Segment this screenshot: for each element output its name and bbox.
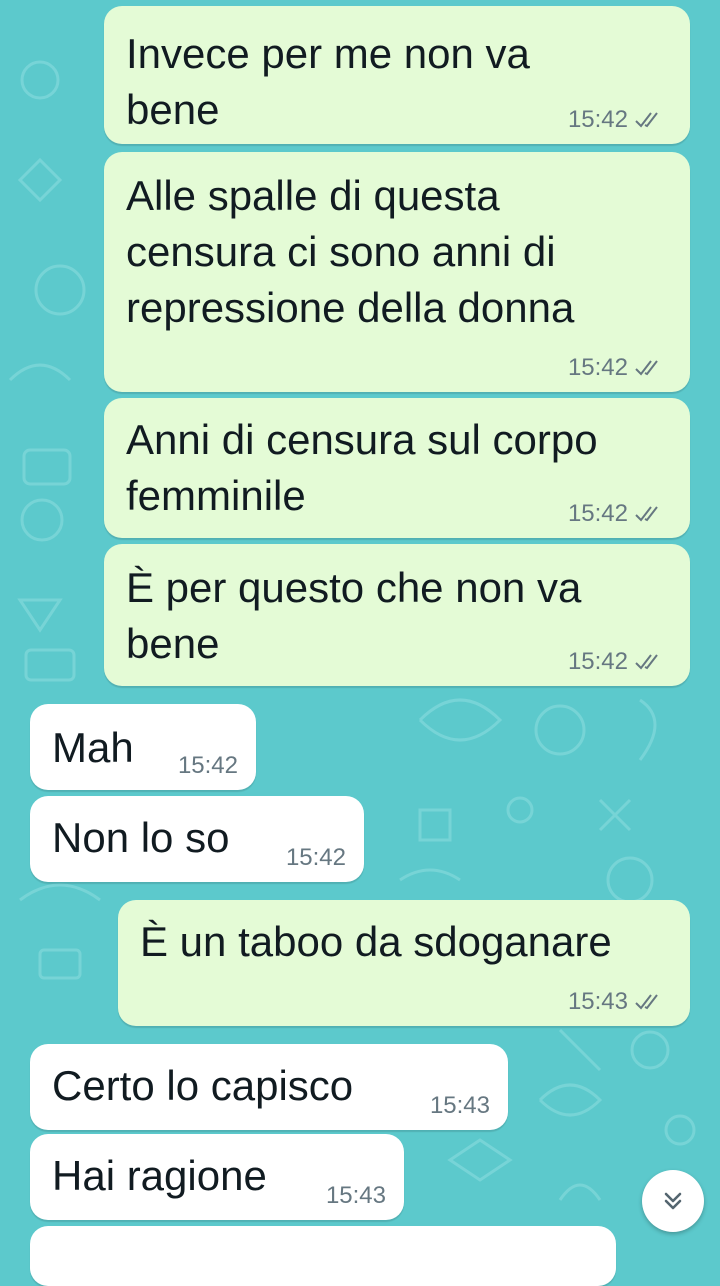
message-bubble-outgoing[interactable]: È un taboo da sdoganare 15:43 — [118, 900, 690, 1026]
message-bubble-outgoing[interactable]: Invece per me non va bene 15:42 — [104, 6, 690, 144]
read-receipt-icon — [635, 506, 658, 522]
message-text: Invece per me non va bene — [126, 30, 530, 133]
message-text: Alle spalle di questa censura ci sono an… — [126, 172, 575, 331]
double-chevron-down-icon — [664, 1192, 682, 1210]
message-bubble-outgoing[interactable]: È per questo che non va bene 15:42 — [104, 544, 690, 686]
message-text: È per questo che non va bene — [126, 564, 582, 667]
message-text: Anni di censura sul corpo femminile — [126, 416, 598, 519]
message-time: 15:42 — [567, 354, 628, 381]
message-text: Hai ragione — [52, 1152, 267, 1199]
message-meta: 15:42 — [568, 500, 664, 528]
message-meta: 15:42 — [568, 354, 664, 382]
message-time: 15:43 — [567, 988, 628, 1015]
message-text: Certo lo capisco — [52, 1062, 354, 1109]
message-bubble-incoming[interactable]: Hai ragione 15:43 — [30, 1134, 404, 1220]
message-meta: 15:42 — [568, 648, 664, 676]
message-text: Mah — [52, 724, 134, 771]
message-time: 15:42 — [567, 106, 628, 133]
message-bubble-incoming[interactable]: Non lo so 15:42 — [30, 796, 364, 882]
message-time: 15:43 — [325, 1182, 386, 1209]
message-time: 15:42 — [285, 844, 346, 871]
message-meta: 15:42 — [178, 752, 238, 780]
message-meta: 15:42 — [286, 844, 346, 872]
message-text: Non lo so — [52, 814, 230, 861]
message-bubble-incoming-partial[interactable] — [30, 1226, 616, 1286]
scroll-to-bottom-button[interactable] — [642, 1170, 704, 1232]
read-receipt-icon — [635, 360, 658, 376]
read-receipt-icon — [635, 654, 658, 670]
message-bubble-outgoing[interactable]: Anni di censura sul corpo femminile 15:4… — [104, 398, 690, 538]
message-bubble-incoming[interactable]: Certo lo capisco 15:43 — [30, 1044, 508, 1130]
read-receipt-icon — [635, 112, 658, 128]
message-meta: 15:43 — [568, 988, 664, 1016]
message-time: 15:42 — [177, 752, 238, 779]
message-text: È un taboo da sdoganare — [140, 918, 612, 965]
message-bubble-outgoing[interactable]: Alle spalle di questa censura ci sono an… — [104, 152, 690, 392]
message-meta: 15:43 — [326, 1182, 386, 1210]
message-time: 15:42 — [567, 648, 628, 675]
message-bubble-incoming[interactable]: Mah 15:42 — [30, 704, 256, 790]
message-time: 15:42 — [567, 500, 628, 527]
message-meta: 15:42 — [568, 106, 664, 134]
read-receipt-icon — [635, 994, 658, 1010]
message-list[interactable]: Invece per me non va bene 15:42 Alle spa… — [0, 0, 720, 1286]
message-meta: 15:43 — [430, 1092, 490, 1120]
message-time: 15:43 — [429, 1092, 490, 1119]
